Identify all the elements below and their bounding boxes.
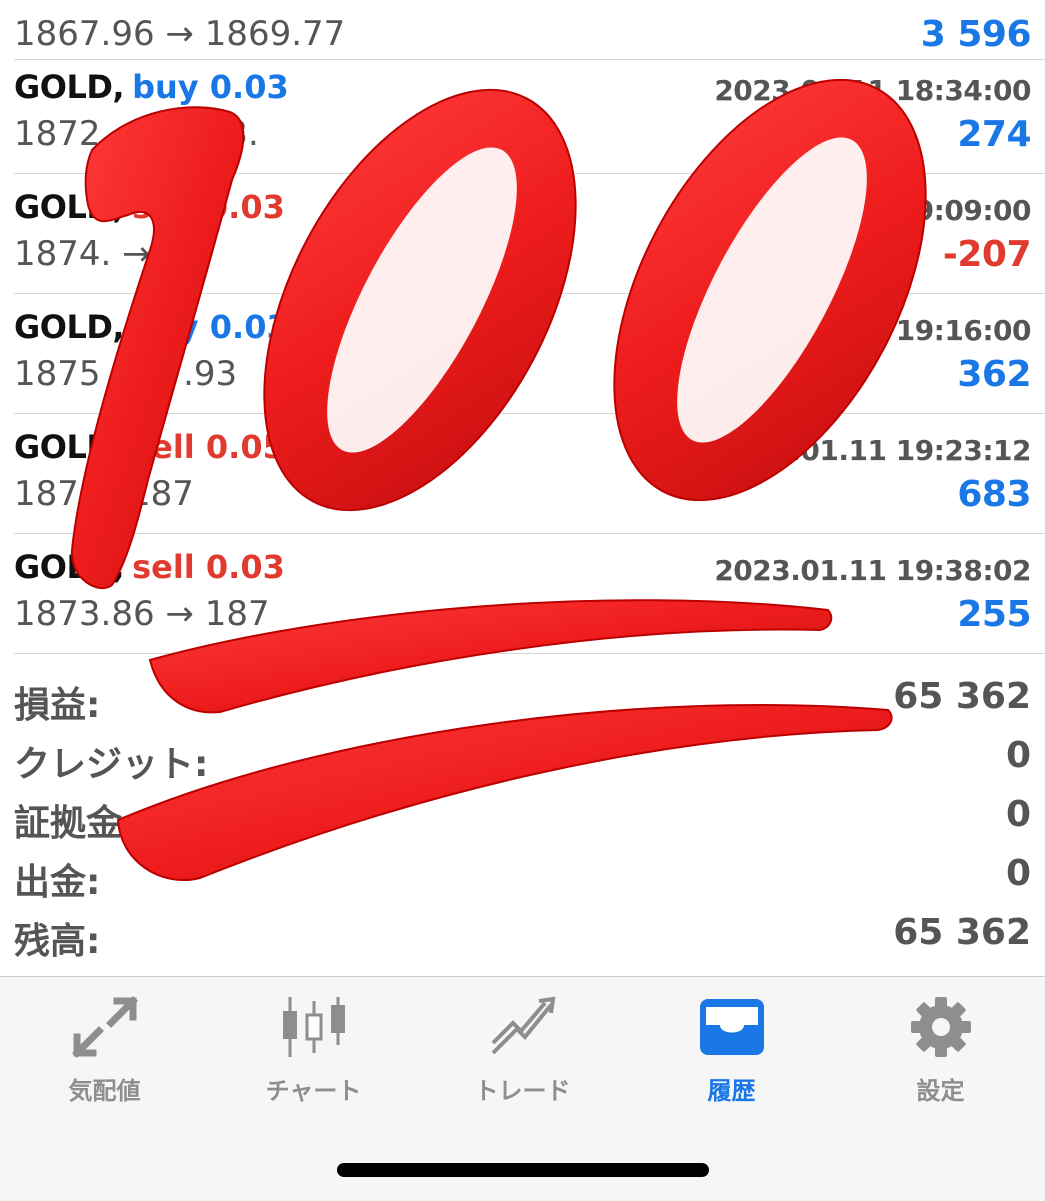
summary-row-withdrawal: 出金: 0 [14,849,1031,908]
trade-prices: 1867.96 → 1869.77 [14,14,346,54]
tab-quotes[interactable]: 気配値 [0,995,209,1115]
trade-prices: 1875 → 1 .93 [14,354,238,394]
settings-gear-icon [910,997,971,1057]
trade-symbol: GOLD, [14,308,125,346]
summary-label: 証拠金: [14,803,137,844]
trade-time: 2023.01.11 19:16:00 [714,314,1031,347]
tab-settings[interactable]: 設定 [836,995,1045,1115]
tab-label: トレード [474,1077,571,1105]
trade-prices: 1874. → 18 [14,234,205,274]
trade-row-header: GOLD, sell 0.05 2023.01.11 19:23:12 [14,428,1031,476]
trade-side: sell 0.03 [132,548,285,586]
trade-row-header: GOLD, buy 0.03 2023.01.11 19:16:00 [14,308,1031,356]
trade-time: 2023.01.11 18:34:00 [714,74,1031,107]
summary-value: 0 [1005,853,1031,894]
trade-side: sell 0.03 [132,188,285,226]
summary-label: 出金: [14,862,101,903]
trade-row-header: GOLD, sell 0.03 2023.01.11 19:09:00 [14,188,1031,236]
trade-row[interactable]: 1867.96 → 1869.77 3 596 [0,0,1045,60]
row-divider [14,653,1045,654]
summary-row-profit: 損益: 65 362 [14,672,1031,731]
candlestick-chart-icon [282,997,345,1057]
summary-row-balance: 残高: 65 362 [14,908,1031,967]
trade-symbol: GOLD, [14,548,125,586]
trade-row-details: 1872. → 1873. 274 [14,114,1031,162]
trade-profit: 362 [957,354,1031,395]
summary-label: クレジット: [14,744,209,785]
trade-prices: 187 → 187 [14,474,194,514]
quotes-arrows-icon [71,996,138,1058]
trade-symbol: GOLD, [14,188,125,226]
trade-symbol: GOLD, [14,428,125,466]
trade-side: buy 0.03 [132,308,289,346]
trade-profit: 683 [957,474,1031,515]
summary-label: 損益: [14,685,101,726]
summary-value: 0 [1005,794,1031,835]
trade-row[interactable]: GOLD, buy 0.03 2023.01.11 19:16:00 1875 →… [0,294,1045,414]
trade-row-header: GOLD, sell 0.03 2023.01.11 19:38:02 [14,548,1031,596]
trade-prices: 1872. → 1873. [14,114,259,154]
trade-row-header: GOLD, buy 0.03 2023.01.11 18:34:00 [14,68,1031,116]
trade-row[interactable]: GOLD, sell 0.05 2023.01.11 19:23:12 187 →… [0,414,1045,534]
summary-value: 65 362 [893,676,1031,717]
summary-row-deposit: 証拠金: 0 [14,790,1031,849]
tab-history[interactable]: 履歴 [627,995,836,1115]
summary-row-credit: クレジット: 0 [14,731,1031,790]
trade-profit: -207 [942,234,1032,275]
trade-time: 2023.01.11 19:38:02 [714,554,1031,587]
trade-prices: 1873.86 → 187 [14,594,270,634]
trade-row[interactable]: GOLD, sell 0.03 2023.01.11 19:38:02 1873.… [0,534,1045,654]
trade-row-details: 1873.86 → 187 255 [14,594,1031,642]
trade-symbol: GOLD, [14,68,125,106]
home-indicator[interactable] [337,1163,709,1177]
trade-row-details: 1875 → 1 .93 362 [14,354,1031,402]
trade-row[interactable]: GOLD, sell 0.03 2023.01.11 19:09:00 1874.… [0,174,1045,294]
tab-label: 気配値 [68,1077,141,1105]
trade-row-details: 1874. → 18 -207 [14,234,1032,282]
trade-row[interactable]: GOLD, buy 0.03 2023.01.11 18:34:00 1872. … [0,54,1045,174]
trade-time: 2023.01.11 19:09:00 [714,194,1031,227]
trade-profit: 274 [957,114,1031,155]
trade-side: buy 0.03 [132,68,289,106]
summary-label: 残高: [14,921,101,962]
tab-trade[interactable]: トレード [418,995,627,1115]
summary-value: 65 362 [893,912,1031,953]
tab-label: 履歴 [707,1077,756,1105]
tab-label: チャート [265,1077,362,1105]
trade-profit: 255 [957,594,1031,635]
trade-row-details: 187 → 187 683 [14,474,1031,522]
summary-value: 0 [1005,735,1031,776]
trade-trend-icon [491,996,555,1055]
trade-time: 2023.01.11 19:23:12 [714,434,1031,467]
trade-profit: 3 596 [920,14,1032,55]
tab-chart[interactable]: チャート [209,995,418,1115]
trade-side: sell 0.05 [132,428,285,466]
history-inbox-icon [699,999,764,1055]
account-summary: 損益: 65 362 クレジット: 0 証拠金: 0 出金: 0 残高: 65 … [14,672,1031,967]
tab-label: 設定 [916,1077,965,1105]
